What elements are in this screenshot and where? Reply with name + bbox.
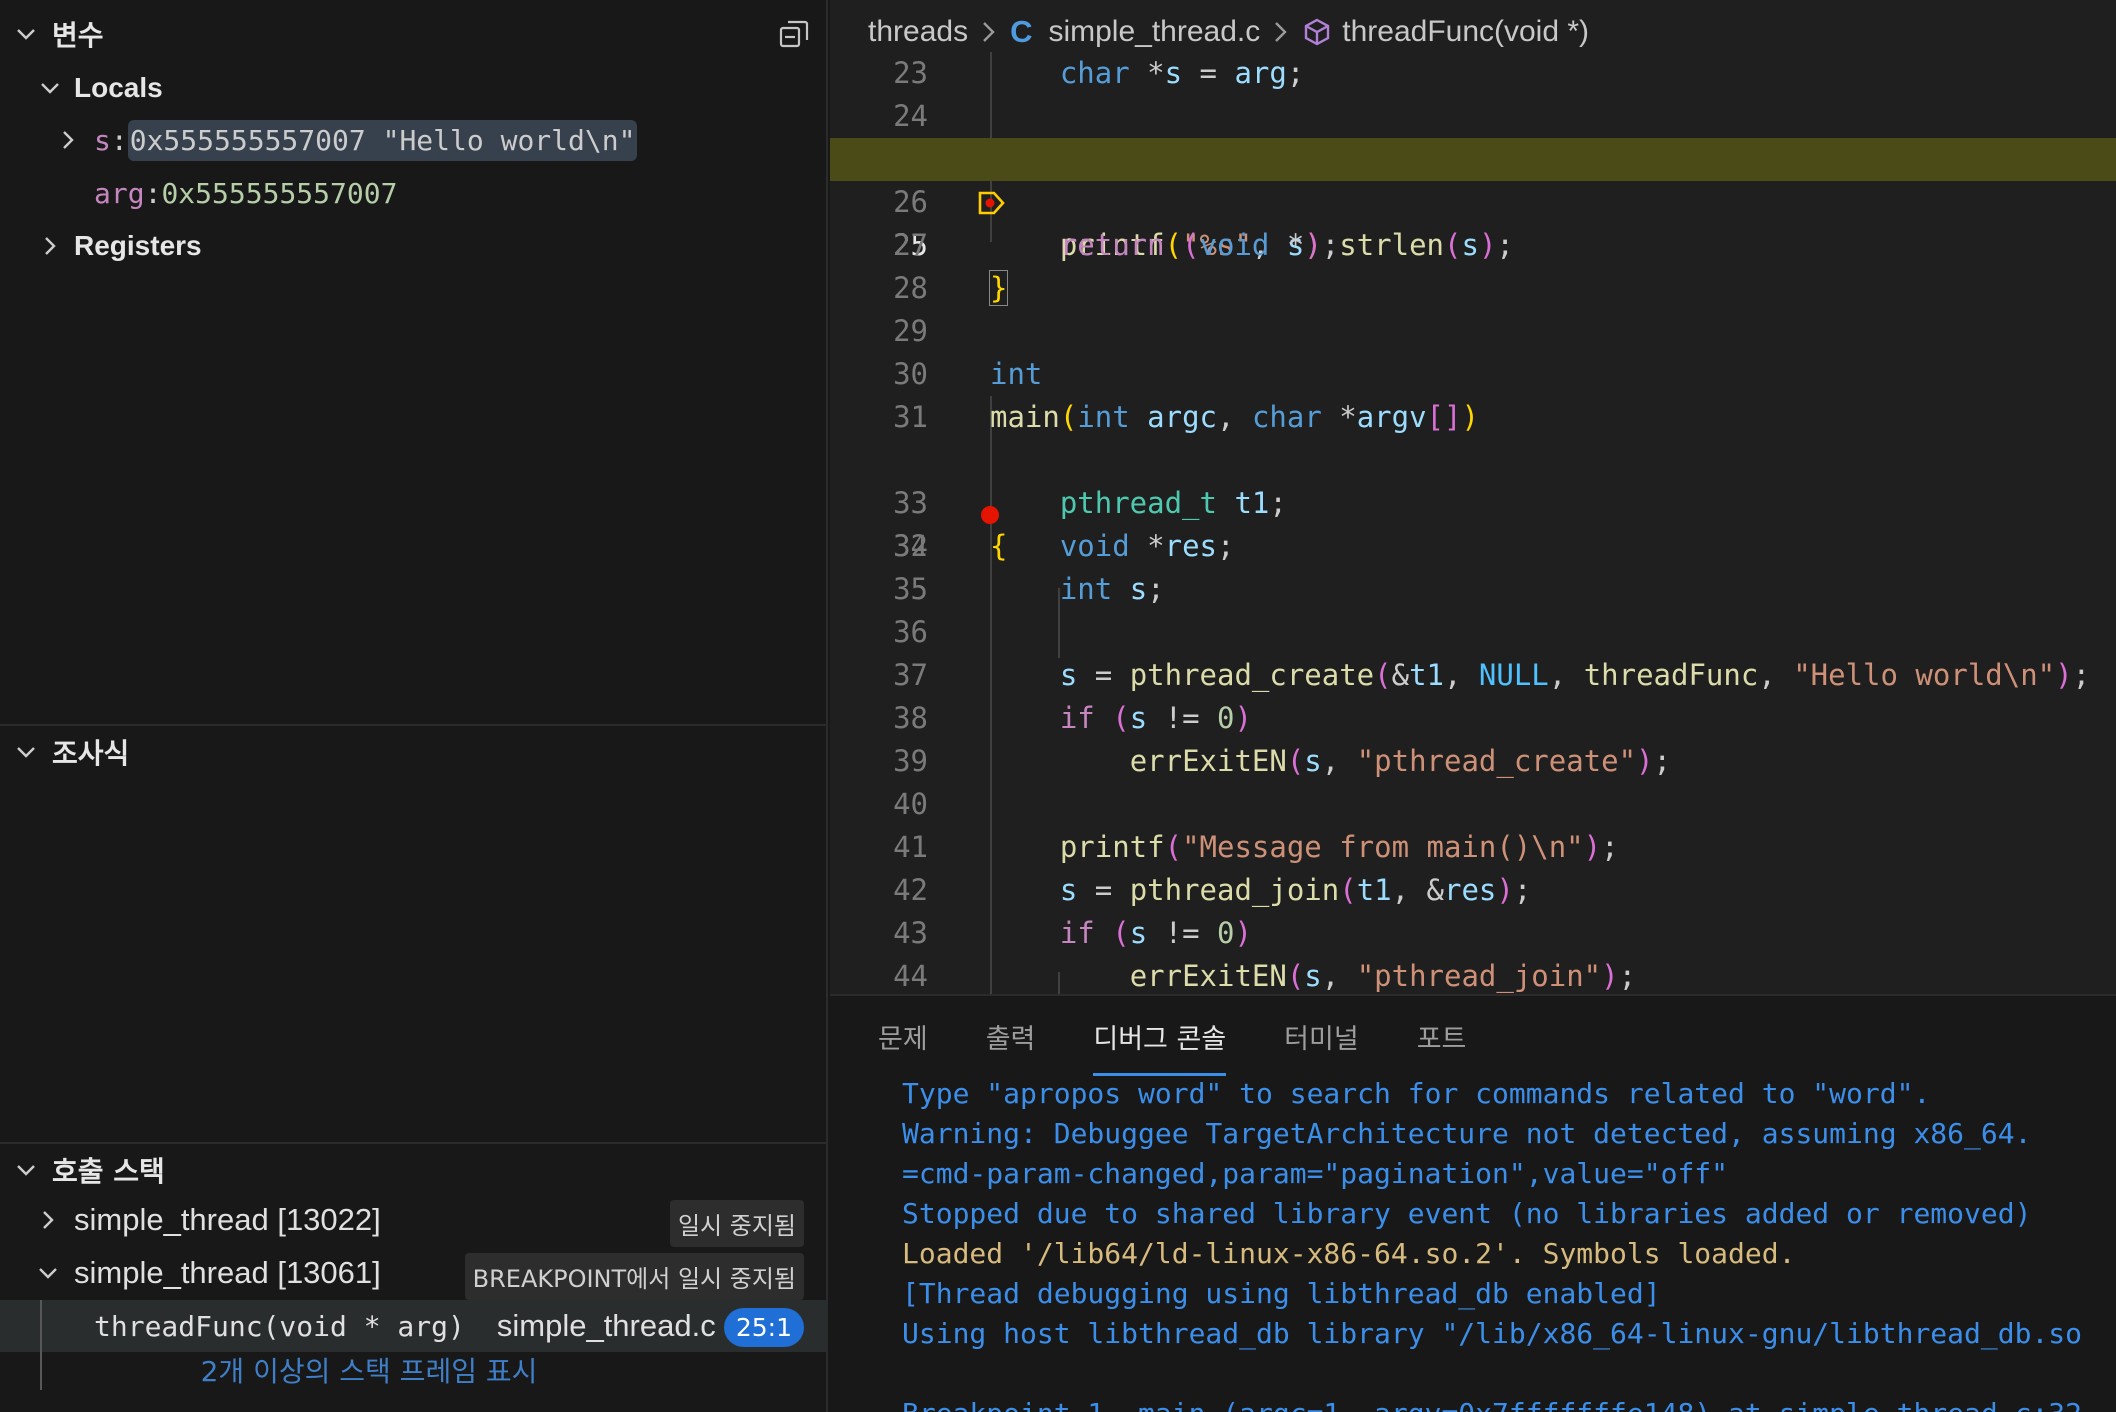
code-line: 32{	[830, 439, 2116, 563]
tab-ports[interactable]: 포트	[1417, 1007, 1467, 1066]
panel-tab-bar: 문제 출력 디버그 콘솔 터미널 포트	[830, 996, 1524, 1076]
stack-frame-file: simple_thread.c	[496, 1308, 716, 1343]
chevron-down-icon	[30, 1255, 66, 1291]
code-line: 35 int s;	[893, 572, 1165, 606]
call-stack-section-header[interactable]: 호출 스택	[0, 1142, 828, 1198]
code-line: 24	[893, 99, 928, 133]
variables-section-header[interactable]: 변수	[0, 6, 828, 62]
thread-row[interactable]: simple_thread [13061] BREAKPOINT에서 일시 중지…	[0, 1247, 828, 1300]
chevron-down-icon	[0, 22, 52, 46]
console-line: [Thread debugging using libthread_db ena…	[902, 1277, 1661, 1310]
chevron-right-icon	[980, 19, 998, 45]
code-line: 43 if (s != 0)	[893, 916, 1252, 950]
watch-section-header[interactable]: 조사식	[0, 724, 828, 780]
code-line: 23 char *s = arg;	[893, 56, 1305, 90]
code-line: 42 s = pthread_join(t1, &res);	[893, 873, 1532, 907]
collapse-all-icon[interactable]	[778, 18, 810, 55]
debug-console-output[interactable]: Type "apropos word" to search for comman…	[902, 1074, 2112, 1412]
chevron-right-icon	[32, 228, 68, 264]
symbol-method-icon	[1302, 17, 1332, 47]
console-line: Using host libthread_db library "/lib/x8…	[902, 1317, 2083, 1350]
c-language-icon: C	[1010, 14, 1033, 49]
current-execution-line: 25 printf("%s", s);	[830, 138, 2116, 262]
locals-label: Locals	[74, 72, 163, 103]
variable-s-value[interactable]: 0x555555557007 "Hello world\n"	[127, 119, 638, 161]
registers-label: Registers	[74, 230, 202, 261]
tab-output[interactable]: 출력	[986, 1007, 1036, 1066]
variable-s[interactable]: s: 0x555555557007 "Hello world\n"	[0, 114, 828, 166]
breadcrumb-folder[interactable]: threads	[868, 15, 968, 49]
variable-arg[interactable]: arg: 0x555555557007	[0, 167, 828, 219]
breadcrumb-symbol[interactable]: threadFunc(void *)	[1342, 15, 1589, 49]
console-line: Loaded '/lib64/ld-linux-x86-64.so.2'. Sy…	[902, 1237, 1796, 1270]
breadcrumb-file[interactable]: simple_thread.c	[1048, 15, 1260, 49]
variable-arg-name: arg	[94, 176, 145, 210]
code-line: 28}	[893, 270, 1009, 306]
code-line: 38 if (s != 0)	[893, 701, 1252, 735]
chevron-down-icon	[0, 740, 52, 764]
code-area[interactable]: 23 char *s = arg; 24 25 printf("%s", s);…	[830, 52, 2116, 994]
variable-s-name: s	[94, 123, 111, 157]
stack-frame-position-badge: 25:1	[723, 1308, 804, 1347]
console-line: =cmd-param-changed,param="pagination",va…	[902, 1157, 1729, 1190]
thread-label: simple_thread [13061]	[74, 1255, 381, 1290]
code-line: 30 int	[893, 357, 1043, 391]
thread-row[interactable]: simple_thread [13022] 일시 중지됨	[0, 1194, 828, 1247]
code-line: 40	[893, 787, 928, 821]
console-line: Type "apropos word" to search for comman…	[902, 1077, 1931, 1110]
code-line: 31 main(int argc, char *argv[])	[893, 400, 1479, 434]
code-line: 33 pthread_t t1;	[893, 486, 1287, 520]
debug-sidebar: 변수 Locals s: 0x555555557007 "Hello world…	[0, 0, 828, 1412]
tab-problems[interactable]: 문제	[878, 1007, 928, 1066]
code-line: 39 errExitEN(s, "pthread_create");	[893, 744, 1671, 778]
code-line: 29	[893, 314, 928, 348]
stack-frame-function: threadFunc(void * arg)	[94, 1309, 465, 1343]
thread-label: simple_thread [13022]	[74, 1202, 381, 1237]
chevron-down-icon	[32, 70, 68, 106]
tree-indent-guide	[40, 1300, 42, 1352]
thread-status-badge: BREAKPOINT에서 일시 중지됨	[464, 1253, 804, 1300]
console-line: Warning: Debuggee TargetArchitecture not…	[902, 1117, 2032, 1150]
chevron-down-icon	[0, 1158, 52, 1182]
watch-title: 조사식	[52, 737, 130, 770]
locals-scope[interactable]: Locals	[0, 62, 828, 114]
chevron-right-icon	[1272, 19, 1290, 45]
code-line: 34 void *res;	[893, 529, 1235, 563]
chevron-right-icon	[50, 122, 86, 158]
code-line: 41 printf("Message from main()\n");	[893, 830, 1619, 864]
code-line: 44 errExitEN(s, "pthread_join");	[893, 959, 1637, 993]
call-stack-title: 호출 스택	[52, 1155, 165, 1188]
stack-frame-row[interactable]: threadFunc(void * arg) simple_thread.c 2…	[0, 1300, 828, 1352]
registers-scope[interactable]: Registers	[0, 220, 828, 272]
variables-title: 변수	[52, 19, 104, 52]
variable-arg-value: 0x555555557007	[161, 176, 398, 210]
chevron-right-icon	[30, 1202, 66, 1238]
console-line: Stopped due to shared library event (no …	[902, 1197, 2032, 1230]
code-line: 37 s = pthread_create(&t1, NULL, threadF…	[893, 658, 2091, 692]
thread-status-badge: 일시 중지됨	[669, 1200, 804, 1247]
console-line: Breakpoint 1, main (argc=1, argv=0x7ffff…	[902, 1394, 2112, 1412]
code-line: 27 return (void *) strlen(s);	[893, 228, 1514, 262]
tab-terminal[interactable]: 터미널	[1284, 1007, 1359, 1066]
show-more-frames-link[interactable]: 2개 이상의 스택 프레임 표시	[0, 1350, 828, 1394]
code-line: 26	[893, 185, 928, 219]
code-editor[interactable]: threads C simple_thread.c threadFunc(voi…	[830, 0, 2116, 994]
bottom-panel: 문제 출력 디버그 콘솔 터미널 포트 Type "apropos word" …	[830, 994, 2116, 1412]
code-line: 36	[893, 615, 928, 649]
tab-debug-console[interactable]: 디버그 콘솔	[1093, 1007, 1226, 1076]
